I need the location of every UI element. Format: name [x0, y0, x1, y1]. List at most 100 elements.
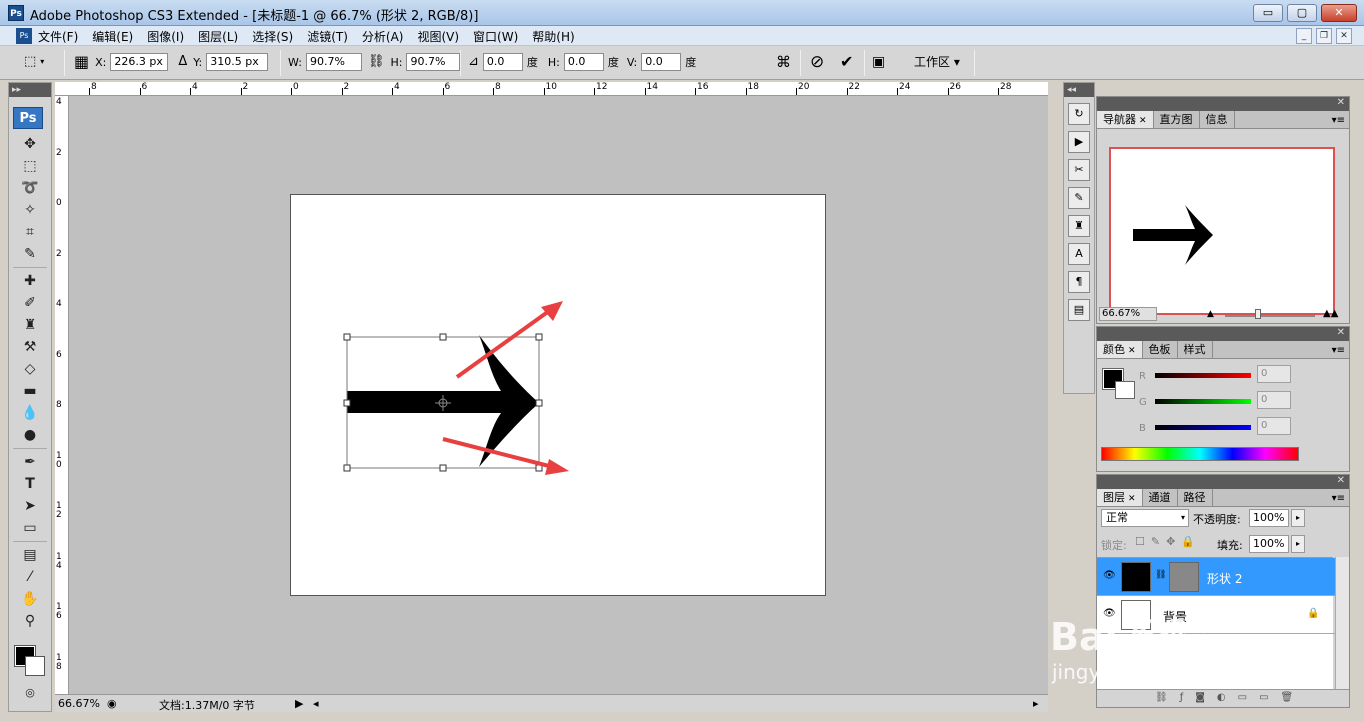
background-color-swatch[interactable]: [25, 656, 45, 676]
minimize-button[interactable]: ▭: [1253, 4, 1283, 22]
layers-tab-0[interactable]: 图层 ✕: [1097, 489, 1143, 506]
layers-tab-close-icon[interactable]: ✕: [1128, 494, 1136, 504]
slice-tool-icon[interactable]: ✎: [19, 243, 41, 265]
navigator-zoom-field[interactable]: 66.67%: [1099, 307, 1157, 321]
panel-close-icon[interactable]: ✕: [1337, 97, 1345, 108]
history-panel-icon[interactable]: ↻: [1068, 103, 1090, 125]
fill-arrow-icon[interactable]: ▸: [1291, 535, 1305, 553]
layer-comps-icon[interactable]: ▤: [1068, 299, 1090, 321]
hand-tool-icon[interactable]: ✋: [19, 588, 41, 610]
vector-mask-thumbnail[interactable]: [1169, 562, 1199, 592]
horizontal-ruler[interactable]: 8 6 4 2 0 2 4 6 8 10 12 14 16 18 20 22 24 26 28: [55, 82, 1048, 96]
doc-close-icon[interactable]: ✕: [1336, 28, 1352, 44]
relative-position-icon[interactable]: Δ: [178, 53, 187, 71]
menu-item-9[interactable]: 帮助(H): [532, 28, 574, 45]
cancel-transform-icon[interactable]: ⊘: [810, 53, 824, 71]
menu-item-3[interactable]: 图层(L): [198, 28, 238, 45]
warp-mode-icon[interactable]: ⌘: [776, 53, 791, 71]
crop-tool-icon[interactable]: ⌗: [19, 221, 41, 243]
lock-icons[interactable]: ☐✎✥🔒: [1135, 535, 1201, 548]
status-menu-arrow-icon[interactable]: ▶: [295, 697, 303, 710]
menu-item-2[interactable]: 图像(I): [147, 28, 184, 45]
type-tool-icon[interactable]: T: [19, 473, 41, 495]
layer-row-shape2[interactable]: 👁 ⛓ 形状 2: [1097, 558, 1349, 596]
doc-minimize-icon[interactable]: _: [1296, 28, 1312, 44]
doc-restore-icon[interactable]: ❐: [1316, 28, 1332, 44]
document-canvas[interactable]: [290, 194, 826, 596]
navigator-tab-0[interactable]: 导航器 ✕: [1097, 111, 1154, 128]
dodge-tool-icon[interactable]: ●: [19, 424, 41, 446]
green-value-field[interactable]: 0: [1257, 391, 1291, 409]
scroll-right-icon[interactable]: ▸: [1033, 697, 1039, 710]
layers-tab-2[interactable]: 路径: [1178, 489, 1213, 506]
bridge-icon[interactable]: ▣: [872, 53, 885, 71]
color-panel-close-icon[interactable]: ✕: [1337, 327, 1345, 338]
history-brush-icon[interactable]: ⚒: [19, 336, 41, 358]
lasso-tool-icon[interactable]: ➰: [19, 177, 41, 199]
color-panel-menu-icon[interactable]: ▾≡: [1332, 345, 1345, 356]
blend-mode-select[interactable]: 正常 ▾: [1101, 509, 1189, 527]
red-value-field[interactable]: 0: [1257, 365, 1291, 383]
y-position-field[interactable]: 310.5 px: [206, 53, 269, 71]
opacity-arrow-icon[interactable]: ▸: [1291, 509, 1305, 527]
zoom-tool-icon[interactable]: ⚲: [19, 610, 41, 632]
tools-panel-header[interactable]: ▸▸: [9, 83, 51, 97]
marquee-tool-icon[interactable]: ⬚: [19, 155, 41, 177]
quick-mask-icon[interactable]: ◎: [19, 682, 41, 704]
brushes-panel-icon[interactable]: ✎: [1068, 187, 1090, 209]
close-button[interactable]: ✕: [1321, 4, 1357, 22]
fill-field[interactable]: 100%: [1249, 535, 1289, 553]
commit-transform-icon[interactable]: ✔: [840, 53, 853, 71]
navigator-tab-close-icon[interactable]: ✕: [1139, 116, 1147, 126]
navigator-preview[interactable]: [1109, 147, 1335, 315]
workspace-menu[interactable]: 工作区 ▾: [914, 53, 960, 70]
layers-panel-close-icon[interactable]: ✕: [1337, 475, 1345, 486]
dock-header[interactable]: ◂◂: [1064, 83, 1094, 97]
menu-item-1[interactable]: 编辑(E): [92, 28, 133, 45]
healing-brush-icon[interactable]: ✚: [19, 270, 41, 292]
stamp-tool-icon[interactable]: ♜: [19, 314, 41, 336]
zoom-slider-thumb[interactable]: [1255, 309, 1261, 319]
opacity-field[interactable]: 100%: [1249, 509, 1289, 527]
scroll-left-icon[interactable]: ◂: [313, 697, 319, 710]
reference-point-icon[interactable]: ▦: [74, 53, 89, 71]
rotate-angle-field[interactable]: 0.0: [482, 53, 523, 71]
blur-tool-icon[interactable]: 💧: [19, 402, 41, 424]
paragraph-panel-icon[interactable]: ¶: [1068, 271, 1090, 293]
gradient-tool-icon[interactable]: ▬: [19, 380, 41, 402]
menu-item-6[interactable]: 分析(A): [362, 28, 404, 45]
pen-tool-icon[interactable]: ✒: [19, 451, 41, 473]
tool-preset-picker[interactable]: ⬚ ▾: [24, 53, 44, 71]
color-tab-0[interactable]: 颜色 ✕: [1097, 341, 1143, 358]
blue-slider[interactable]: [1155, 425, 1251, 430]
layer-name-shape2[interactable]: 形状 2: [1207, 570, 1242, 587]
horizontal-skew-field[interactable]: 0.0: [563, 53, 604, 71]
magic-wand-icon[interactable]: ✧: [19, 199, 41, 221]
navigator-tab-1[interactable]: 直方图: [1154, 111, 1200, 128]
zoom-level[interactable]: 66.67%: [58, 697, 100, 710]
menu-item-8[interactable]: 窗口(W): [473, 28, 518, 45]
color-tab-1[interactable]: 色板: [1143, 341, 1178, 358]
menu-item-5[interactable]: 滤镜(T): [307, 28, 348, 45]
height-scale-field[interactable]: 90.7%: [406, 53, 461, 71]
vertical-ruler[interactable]: 4 2 0 2 4 6 8 1 0 1 2 1 4 1 6 1 8: [55, 96, 69, 694]
panel-menu-icon[interactable]: ▾≡: [1332, 115, 1345, 126]
move-tool-icon[interactable]: ✥: [19, 133, 41, 155]
zoom-out-icon[interactable]: ▲: [1207, 309, 1214, 319]
color-swatches[interactable]: [9, 638, 51, 682]
maximize-button[interactable]: ▢: [1287, 4, 1317, 22]
color-spectrum-ramp[interactable]: [1101, 447, 1299, 461]
color-tab-close-icon[interactable]: ✕: [1128, 346, 1136, 356]
tool-presets-icon[interactable]: ✂: [1068, 159, 1090, 181]
eraser-tool-icon[interactable]: ◇: [19, 358, 41, 380]
document-icon[interactable]: Ps: [16, 28, 32, 44]
color-tab-2[interactable]: 样式: [1178, 341, 1213, 358]
blue-value-field[interactable]: 0: [1257, 417, 1291, 435]
notes-tool-icon[interactable]: ▤: [19, 544, 41, 566]
brush-tool-icon[interactable]: ✐: [19, 292, 41, 314]
menu-item-4[interactable]: 选择(S): [252, 28, 293, 45]
layers-bottom-bar[interactable]: ⛓ƒ◙◐▭▭🗑: [1097, 689, 1349, 707]
status-info-icon[interactable]: ◉: [107, 697, 117, 710]
navigator-tab-2[interactable]: 信息: [1200, 111, 1235, 128]
menu-item-0[interactable]: 文件(F): [38, 28, 78, 45]
